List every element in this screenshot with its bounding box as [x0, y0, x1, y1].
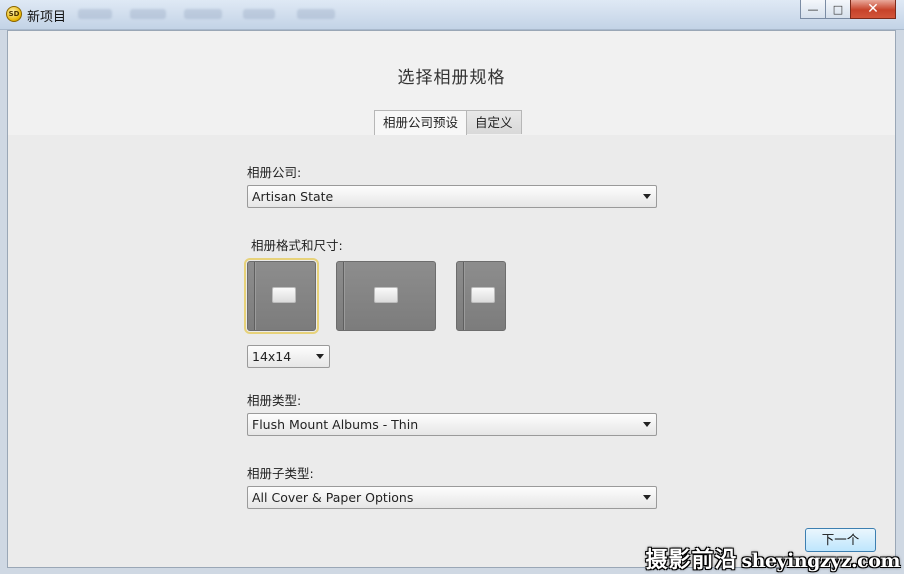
window-controls: — □ ✕ — [800, 0, 896, 19]
window-title: 新项目 — [27, 10, 67, 25]
format-label: 相册格式和尺寸: — [251, 238, 343, 253]
dialog-content: 选择相册规格 相册公司预设 自定义 相册公司: Artisan State 相册… — [7, 30, 896, 568]
album-subtype-label: 相册子类型: — [247, 466, 314, 481]
watermark-english: sheyingzyz.com — [741, 550, 900, 572]
tab-company-presets[interactable]: 相册公司预设 — [374, 110, 468, 135]
album-plate-icon — [272, 287, 296, 303]
title-bar: SD 新项目 — □ ✕ — [0, 0, 904, 30]
menu-item-blurred[interactable] — [297, 9, 335, 19]
album-plate-icon — [471, 287, 495, 303]
dropdown-arrow-icon — [316, 354, 324, 359]
album-format-square[interactable] — [244, 258, 319, 334]
album-type-label: 相册类型: — [247, 393, 302, 408]
watermark-chinese: 摄影前沿 — [645, 547, 738, 573]
close-button[interactable]: ✕ — [850, 0, 896, 19]
album-subtype-select[interactable]: All Cover & Paper Options — [247, 486, 657, 509]
album-type-select-value: Flush Mount Albums - Thin — [252, 417, 419, 432]
tab-custom[interactable]: 自定义 — [466, 110, 522, 134]
menu-item-blurred[interactable] — [243, 9, 275, 19]
tab-bar: 相册公司预设 自定义 — [374, 110, 522, 135]
menu-item-blurred[interactable] — [130, 9, 166, 19]
dropdown-arrow-icon — [643, 422, 651, 427]
watermark: 摄影前沿 sheyingzyz.com — [645, 542, 900, 573]
dropdown-arrow-icon — [643, 495, 651, 500]
album-format-portrait[interactable] — [456, 261, 506, 331]
page-title: 选择相册规格 — [397, 68, 506, 88]
company-select[interactable]: Artisan State — [247, 185, 657, 208]
size-select[interactable]: 14x14 — [247, 345, 330, 368]
album-subtype-select-value: All Cover & Paper Options — [252, 490, 414, 505]
minimize-button[interactable]: — — [800, 0, 826, 19]
dropdown-arrow-icon — [643, 194, 651, 199]
album-spine — [463, 262, 464, 330]
album-spine — [254, 262, 255, 330]
app-logo-icon: SD — [6, 6, 22, 22]
menu-item-blurred[interactable] — [78, 9, 112, 19]
album-plate-icon — [374, 287, 398, 303]
company-select-value: Artisan State — [252, 189, 334, 204]
size-select-value: 14x14 — [252, 349, 292, 364]
album-format-landscape[interactable] — [336, 261, 436, 331]
album-spine — [343, 262, 344, 330]
company-label: 相册公司: — [247, 165, 302, 180]
album-type-select[interactable]: Flush Mount Albums - Thin — [247, 413, 657, 436]
menu-item-blurred[interactable] — [184, 9, 222, 19]
maximize-button[interactable]: □ — [825, 0, 851, 19]
